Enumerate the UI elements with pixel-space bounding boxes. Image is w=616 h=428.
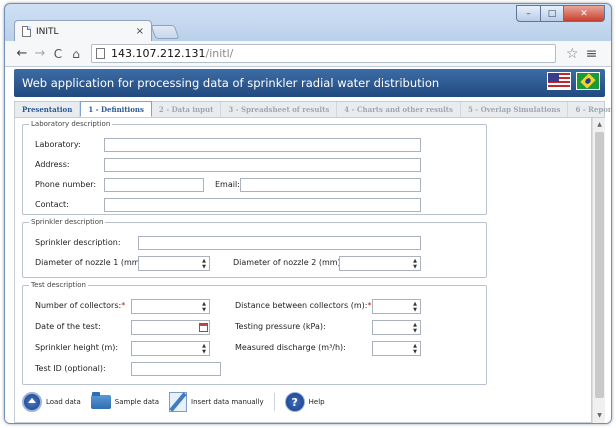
close-window-button[interactable]: ✕ <box>564 5 605 22</box>
back-arrow-icon[interactable]: ← <box>13 46 31 61</box>
phone-label: Phone number: <box>35 180 97 189</box>
sample-data-button[interactable]: Sample data <box>90 392 160 409</box>
tab-presentation[interactable]: Presentation <box>15 102 81 117</box>
new-tab-button[interactable] <box>150 25 180 39</box>
testid-field[interactable] <box>131 362 221 376</box>
contact-field[interactable] <box>104 198 421 212</box>
pencil-icon <box>169 392 188 412</box>
discharge-spinner[interactable]: ▲ ▼ <box>372 341 421 356</box>
spinner-arrows[interactable]: ▲ ▼ <box>410 300 420 313</box>
discharge-label: Measured discharge (m³/h): <box>235 343 346 352</box>
sprinkler-legend: Sprinkler description <box>31 218 104 226</box>
app-title: Web application for processing data of s… <box>22 76 440 90</box>
page-icon <box>96 48 105 59</box>
tab-close-icon[interactable]: × <box>136 26 144 37</box>
spinner-arrows[interactable]: ▲ ▼ <box>410 342 420 355</box>
app-header: Web application for processing data of s… <box>14 69 605 97</box>
required-mark: * <box>367 301 372 310</box>
testid-label: Test ID (optional): <box>35 364 106 373</box>
portuguese-flag-icon[interactable] <box>576 72 600 90</box>
address-field[interactable] <box>104 158 421 172</box>
tab-title: INITL <box>36 26 59 37</box>
tab-spreadsheet[interactable]: 3 - Spreadsheet of results <box>221 102 338 117</box>
laboratory-group: Laboratory description Laboratory: Addre… <box>22 120 487 215</box>
pressure-label: Testing pressure (kPa): <box>235 322 326 331</box>
address-label: Address: <box>35 160 70 169</box>
collectors-spinner[interactable]: ▲ ▼ <box>131 299 210 314</box>
sprinkler-description-field[interactable] <box>138 236 421 250</box>
sprinkler-description-label: Sprinkler description: <box>35 238 121 247</box>
insert-manually-button[interactable]: Insert data manually <box>169 392 264 412</box>
bookmark-star-icon[interactable]: ☆ <box>566 46 579 62</box>
height-spinner[interactable]: ▲ ▼ <box>131 341 210 356</box>
test-legend: Test description <box>31 281 86 289</box>
sample-data-label: Sample data <box>114 398 160 406</box>
menu-icon[interactable]: ≡ <box>586 46 598 62</box>
minimize-button[interactable]: – <box>516 5 541 22</box>
collectors-label: Number of collectors:* <box>35 301 126 310</box>
nozzle2-label: Diameter of nozzle 2 (mm): <box>233 258 344 267</box>
definitions-panel: Laboratory description Laboratory: Addre… <box>14 118 592 423</box>
page-content: Web application for processing data of s… <box>5 67 611 423</box>
laboratory-label: Laboratory: <box>35 140 81 149</box>
laboratory-field[interactable] <box>104 138 421 152</box>
laboratory-legend: Laboratory description <box>31 120 111 128</box>
nozzle1-label: Diameter of nozzle 1 (mm): <box>35 258 146 267</box>
scroll-up-icon[interactable]: ▲ <box>593 120 606 130</box>
spinner-arrows[interactable]: ▲ ▼ <box>410 321 420 334</box>
tab-definitions[interactable]: 1 - Definitions <box>80 101 152 117</box>
help-icon: ? <box>284 392 305 412</box>
calendar-icon[interactable] <box>199 323 208 332</box>
action-bar: Load data Sample data Insert data manual… <box>22 388 335 416</box>
nozzle1-spinner[interactable]: ▲ ▼ <box>138 256 210 271</box>
tab-charts[interactable]: 4 - Charts and other results <box>337 102 461 117</box>
browser-toolbar: ← → C ⌂ 143.107.212.131 /initl/ ☆ ≡ <box>5 41 611 67</box>
contact-label: Contact: <box>35 200 69 209</box>
date-field[interactable] <box>131 320 210 335</box>
nozzle2-spinner[interactable]: ▲ ▼ <box>339 256 421 271</box>
phone-field[interactable] <box>104 178 204 192</box>
folder-icon <box>90 392 111 409</box>
vertical-scrollbar[interactable]: ▲ ▼ <box>592 118 605 423</box>
browser-tab[interactable]: INITL × <box>14 20 152 42</box>
distance-spinner[interactable]: ▲ ▼ <box>372 299 421 314</box>
divider <box>273 393 275 411</box>
pressure-spinner[interactable]: ▲ ▼ <box>372 320 421 335</box>
browser-window: – □ ✕ INITL × ← → C ⌂ 143.107.212.131 /i… <box>4 3 612 424</box>
load-data-icon <box>22 392 42 412</box>
url-host: 143.107.212.131 <box>111 47 206 60</box>
load-data-label: Load data <box>46 398 81 406</box>
maximize-button[interactable]: □ <box>541 5 564 22</box>
spinner-arrows[interactable]: ▲ ▼ <box>410 257 420 270</box>
tab-overlap[interactable]: 5 - Overlap Simulations <box>461 102 569 117</box>
test-group: Test description Number of collectors:* … <box>22 281 487 385</box>
home-icon[interactable]: ⌂ <box>67 47 85 61</box>
help-label: Help <box>308 398 325 406</box>
app-tabs: Presentation 1 - Definitions 2 - Data in… <box>14 101 611 118</box>
required-mark: * <box>121 301 126 310</box>
url-path: /initl/ <box>205 47 234 60</box>
email-field[interactable] <box>240 178 421 192</box>
address-bar[interactable]: 143.107.212.131 /initl/ <box>91 44 556 63</box>
help-button[interactable]: ? Help <box>284 392 325 412</box>
forward-arrow-icon[interactable]: → <box>31 46 49 61</box>
english-flag-icon[interactable] <box>547 72 571 90</box>
tab-report[interactable]: 6 - Report <box>568 102 611 117</box>
load-data-button[interactable]: Load data <box>22 392 81 412</box>
scroll-thumb[interactable] <box>595 132 604 398</box>
window-caption-buttons: – □ ✕ <box>516 5 605 22</box>
spinner-arrows[interactable]: ▲ ▼ <box>199 342 209 355</box>
reload-icon[interactable]: C <box>49 47 67 61</box>
height-label: Sprinkler height (m): <box>35 343 119 352</box>
scroll-down-icon[interactable]: ▼ <box>593 411 606 421</box>
insert-manually-label: Insert data manually <box>191 398 264 406</box>
spinner-arrows[interactable]: ▲ ▼ <box>199 300 209 313</box>
date-label: Date of the test: <box>35 322 101 331</box>
distance-label: Distance between collectors (m):* <box>235 301 372 310</box>
tab-data-input[interactable]: 2 - Data input <box>152 102 222 117</box>
page-icon <box>22 26 31 37</box>
sprinkler-group: Sprinkler description Sprinkler descript… <box>22 218 487 278</box>
spinner-arrows[interactable]: ▲ ▼ <box>199 257 209 270</box>
email-label: Email: <box>215 180 240 189</box>
